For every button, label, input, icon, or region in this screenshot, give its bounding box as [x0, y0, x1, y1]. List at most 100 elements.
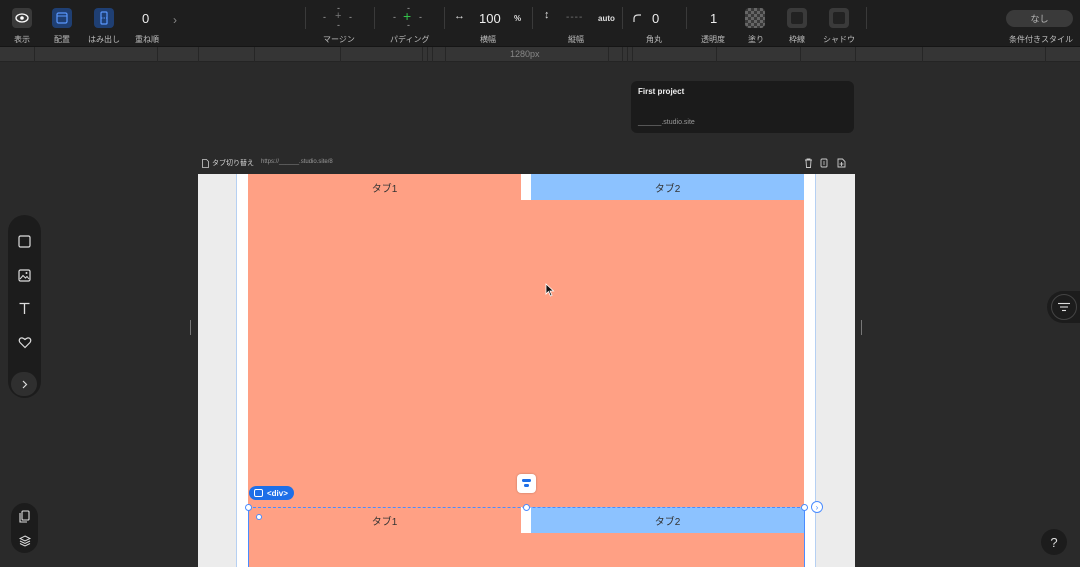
canvas-resize-handle-left[interactable] [190, 320, 191, 335]
tab-2[interactable]: タブ2 [531, 174, 804, 200]
opacity-field[interactable]: 1 透明度 [700, 0, 728, 47]
border-label: 枠線 [789, 35, 805, 44]
radius-value[interactable]: 0 [652, 11, 659, 26]
checkerboard-icon [745, 8, 765, 28]
margin-control[interactable]: - - + - - マージン [318, 0, 362, 47]
filter-lines-icon [1050, 294, 1077, 320]
ruler-tick [445, 47, 446, 62]
page-icon [202, 158, 209, 168]
ruler-tick [254, 47, 255, 62]
padding-bottom[interactable]: - [407, 20, 411, 30]
tab-1[interactable]: タブ1 [248, 174, 521, 200]
ruler-tick [632, 47, 633, 62]
align-icon [522, 479, 531, 487]
margin-bottom[interactable]: - [337, 20, 341, 30]
toolbar-separator [622, 7, 623, 29]
trash-icon[interactable] [803, 157, 814, 168]
tab-gap [521, 174, 531, 200]
width-field[interactable]: ↔ 100 % 横幅 [452, 0, 527, 47]
box-icon [254, 489, 263, 497]
box-icon[interactable] [16, 233, 33, 250]
ruler-tick [716, 47, 717, 62]
mouse-cursor-icon [545, 283, 555, 297]
overflow-button[interactable]: はみ出し [88, 0, 120, 47]
add-page-icon[interactable] [836, 157, 847, 168]
toolbar-separator [686, 7, 687, 29]
selection-outline [248, 507, 805, 567]
height-arrows-icon: ↕ [544, 9, 550, 21]
toolbar-separator [866, 7, 867, 29]
selection-badge-label: <div> [267, 488, 288, 498]
chevron-right-icon [22, 380, 27, 388]
border-button[interactable]: 枠線 [787, 0, 807, 47]
text-icon[interactable] [16, 300, 33, 317]
canvas-resize-handle-right[interactable] [861, 320, 862, 335]
height-value[interactable]: ---- [566, 12, 583, 23]
tab-container[interactable]: タブ1 タブ2 [248, 174, 804, 507]
selection-badge[interactable]: <div> [249, 486, 294, 500]
padding-control[interactable]: - - + - - パディング [388, 0, 432, 47]
resize-handle[interactable] [245, 504, 252, 511]
heart-icon[interactable] [16, 334, 33, 351]
overflow-icon [94, 8, 114, 28]
opacity-value[interactable]: 1 [710, 11, 717, 26]
page-name[interactable]: タブ切り替え [202, 158, 254, 168]
pages-icon[interactable] [16, 508, 33, 525]
ruler-tick [608, 47, 609, 62]
page-header: タブ切り替え https://______.studio.site/8 [198, 155, 855, 173]
project-url[interactable]: ______.studio.site [638, 119, 695, 126]
toolbar-separator [305, 7, 306, 29]
width-value[interactable]: 100 [479, 11, 501, 26]
chevron-right-icon[interactable]: › [173, 13, 177, 27]
conditional-style-select[interactable]: なし [1006, 10, 1073, 27]
view-toggle[interactable]: 表示 [12, 0, 32, 47]
resize-handle[interactable] [523, 504, 530, 511]
help-button[interactable]: ? [1041, 529, 1067, 555]
ruler-tick [855, 47, 856, 62]
layout-icon [52, 8, 72, 28]
ruler-tick [198, 47, 199, 62]
padding-left[interactable]: - [393, 12, 397, 22]
height-label: 縦幅 [568, 35, 584, 44]
image-icon[interactable] [16, 267, 33, 284]
layout-button[interactable]: 配置 [52, 0, 72, 47]
project-card[interactable]: First project ______.studio.site [631, 81, 854, 133]
page-url[interactable]: https://______.studio.site/8 [261, 159, 333, 165]
eye-icon [12, 8, 32, 28]
top-toolbar: 表示 配置 はみ出し 0 重ね順 › - - + - - マージン - - + … [0, 0, 1080, 47]
width-unit[interactable]: % [514, 14, 521, 23]
zindex-value: 0 [142, 11, 150, 26]
zindex-field[interactable]: 0 重ね順 [134, 0, 159, 47]
page-name-text: タブ切り替え [212, 160, 254, 167]
left-panel-toggles [11, 503, 38, 553]
zindex-label: 重ね順 [135, 35, 159, 44]
shadow-button[interactable]: シャドウ [823, 0, 855, 47]
breakpoint-ruler[interactable]: 1280px [0, 47, 1080, 62]
style-panel-toggle[interactable] [1047, 291, 1080, 323]
margin-left[interactable]: - [323, 12, 327, 22]
duplicate-icon[interactable] [819, 157, 830, 168]
resize-handle[interactable] [801, 504, 808, 511]
fill-button[interactable]: 塗り [745, 0, 765, 47]
margin-right[interactable]: - [349, 12, 353, 22]
shadow-label: シャドウ [823, 35, 855, 44]
shadow-icon [829, 8, 849, 28]
ruler-tick [1045, 47, 1046, 62]
anchor-handle[interactable] [256, 514, 262, 520]
layout-label: 配置 [54, 35, 70, 44]
layers-icon[interactable] [16, 532, 33, 549]
padding-right[interactable]: - [419, 12, 423, 22]
corner-radius-icon [633, 14, 641, 22]
align-button[interactable] [517, 474, 536, 493]
add-element-toolbar [8, 215, 41, 398]
radius-field[interactable]: 0 角丸 [630, 0, 680, 47]
expand-toolbar-button[interactable] [11, 372, 37, 396]
height-unit[interactable]: auto [598, 14, 615, 23]
border-icon [787, 8, 807, 28]
padding-label: パディング [390, 35, 430, 44]
toolbar-separator [444, 7, 445, 29]
ruler-tick [34, 47, 35, 62]
toolbar-separator [374, 7, 375, 29]
height-field[interactable]: ↕ ---- auto 縦幅 [540, 0, 618, 47]
next-element-button[interactable]: › [811, 501, 823, 513]
